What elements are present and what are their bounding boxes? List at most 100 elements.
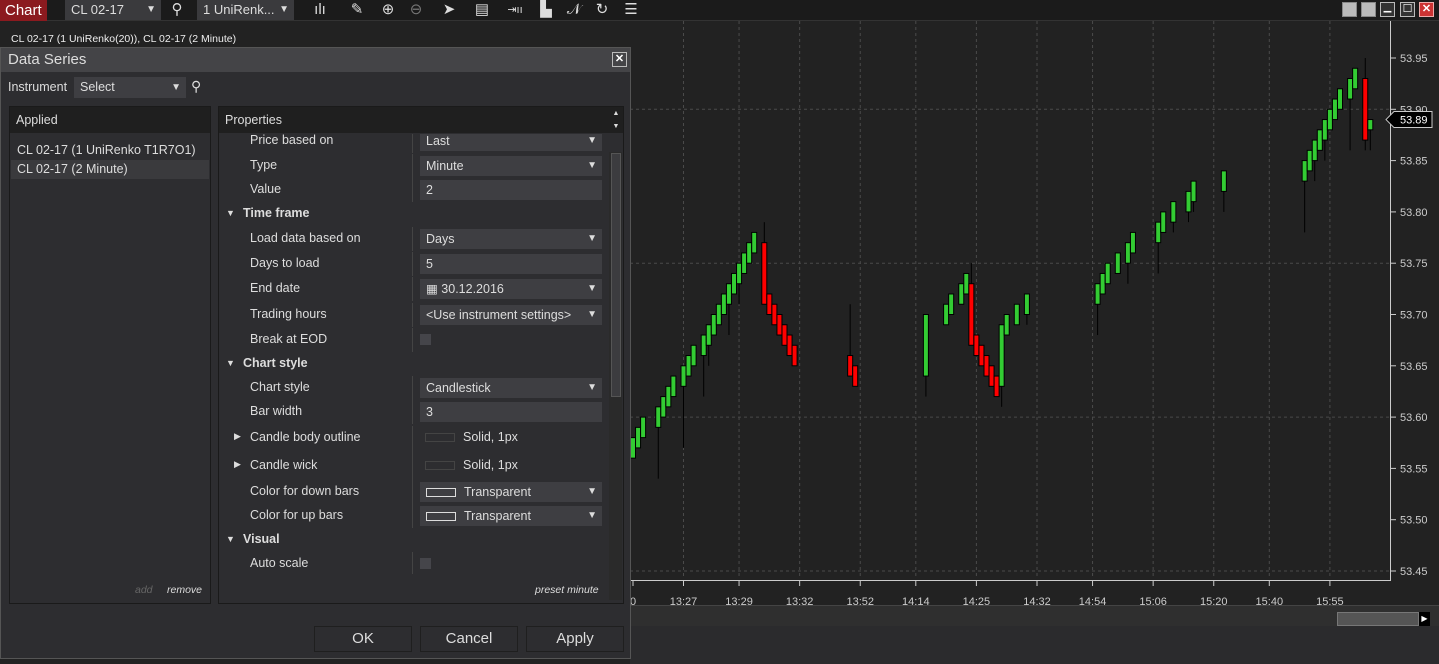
candle-up <box>963 272 970 295</box>
up-color-select[interactable]: Transparent ▼ <box>420 506 602 526</box>
candle-up <box>635 426 642 449</box>
preset-link[interactable]: preset minute <box>535 584 599 596</box>
price-based-on-select[interactable]: Last ▼ <box>420 134 602 151</box>
prop-value: Minute <box>426 159 464 173</box>
trading-hours-select[interactable]: <Use instrument settings> ▼ <box>420 305 602 325</box>
candle-body-outline-value[interactable]: Solid, 1px <box>425 430 518 444</box>
drawing-tools-icon[interactable]: 𝒩 <box>563 0 585 20</box>
prop-load-data-based-on: Load data based on Days ▼ <box>219 227 609 251</box>
zoom-in-icon[interactable]: ⊕ <box>377 0 399 20</box>
prop-candle-wick: ▶ Candle wick Solid, 1px <box>219 454 609 482</box>
ok-button[interactable]: OK <box>314 626 412 652</box>
candle-up <box>700 334 707 357</box>
remove-link[interactable]: remove <box>167 584 202 596</box>
cancel-button[interactable]: Cancel <box>420 626 518 652</box>
candle-down <box>776 314 783 336</box>
scroll-down-icon[interactable]: ▼ <box>609 120 623 133</box>
templates-icon[interactable]: ▙ <box>535 0 557 20</box>
chart-style-select[interactable]: Candlestick ▼ <box>420 378 602 398</box>
candle-down <box>761 242 768 305</box>
collapse-icon[interactable]: ▼ <box>226 534 235 544</box>
pencil-icon[interactable]: ✎ <box>346 0 368 20</box>
category-visual[interactable]: ▼ Visual <box>219 528 609 552</box>
maximize-icon[interactable]: ☐ <box>1400 2 1415 17</box>
prop-label: Color for down bars <box>250 484 360 498</box>
reload-icon[interactable]: ↻ <box>591 0 613 20</box>
chevron-down-icon: ▼ <box>587 309 597 320</box>
window-option-button[interactable] <box>1342 2 1357 17</box>
bar-width-input[interactable]: 3 <box>420 402 602 422</box>
candle-down <box>771 303 778 326</box>
close-icon[interactable]: ✕ <box>1419 2 1434 17</box>
dialog-title: Data Series <box>1 48 630 72</box>
value-input[interactable]: 2 <box>420 180 602 200</box>
category-chart-style[interactable]: ▼ Chart style <box>219 352 609 376</box>
candle-up <box>630 437 636 459</box>
candle-down <box>978 344 985 367</box>
applied-item[interactable]: CL 02-17 (1 UniRenko T1R7O1) <box>11 141 209 160</box>
window-option-button[interactable] <box>1361 2 1376 17</box>
time-tick-label: 13:52 <box>846 596 874 605</box>
chevron-down-icon: ▼ <box>146 4 156 15</box>
scroll-up-icon[interactable]: ▲ <box>609 107 623 120</box>
prop-value: Value 2 <box>219 178 609 202</box>
instrument-select-value: Select <box>80 80 115 94</box>
time-tick-label: 13:29 <box>725 596 753 605</box>
candle-up <box>720 293 727 316</box>
days-to-load-input[interactable]: 5 <box>420 254 602 274</box>
data-box-icon[interactable]: ▤ <box>471 0 493 20</box>
instrument-selector[interactable]: CL 02-17 ▼ <box>65 0 161 20</box>
pointer-icon[interactable]: ➤ <box>438 0 460 20</box>
down-color-select[interactable]: Transparent ▼ <box>420 482 602 502</box>
candle-up <box>660 396 667 418</box>
candle-up <box>655 406 662 428</box>
properties-list-icon[interactable]: ☰ <box>620 0 642 20</box>
expand-icon[interactable]: ▶ <box>234 431 241 442</box>
candle-up <box>1190 180 1197 203</box>
candle-up <box>725 283 732 305</box>
candle-up <box>1301 160 1308 182</box>
candle-up <box>685 355 692 377</box>
scroll-right-icon[interactable]: ▶ <box>1419 612 1430 626</box>
candle-up <box>680 365 687 387</box>
end-date-picker[interactable]: ▦ 30.12.2016 ▼ <box>420 279 602 299</box>
price-tick-label: 53.50 <box>1400 515 1428 527</box>
applied-item-selected[interactable]: CL 02-17 (2 Minute) <box>11 160 209 179</box>
zoom-out-icon[interactable]: ⊖ <box>405 0 427 20</box>
candle-up <box>1160 211 1167 233</box>
bar-type-icon[interactable]: ılı <box>309 0 331 20</box>
instrument-select[interactable]: Select ▼ <box>74 77 186 98</box>
prop-value: Transparent <box>464 485 531 499</box>
prop-label: Color for up bars <box>250 508 344 522</box>
candle-up <box>736 262 743 285</box>
close-icon[interactable]: ✕ <box>612 52 627 67</box>
category-label: Time frame <box>243 206 310 220</box>
price-tick-label: 53.80 <box>1400 207 1428 219</box>
bar-spacing-icon[interactable]: ⇥ıı <box>504 0 526 20</box>
apply-button[interactable]: Apply <box>526 626 624 652</box>
type-select[interactable]: Minute ▼ <box>420 156 602 176</box>
prop-label: Load data based on <box>250 231 361 245</box>
collapse-icon[interactable]: ▼ <box>226 358 235 368</box>
chart-menu-button[interactable]: Chart <box>0 0 47 21</box>
minimize-icon[interactable]: ▁ <box>1380 2 1395 17</box>
load-data-select[interactable]: Days ▼ <box>420 229 602 249</box>
candle-up <box>1170 201 1177 223</box>
toolbar: Chart CL 02-17 ▼ ⚲ 1 UniRenk... ▼ ılı ✎ ⊕ … <box>0 0 1439 21</box>
chart-scroll-track[interactable] <box>630 605 1439 626</box>
auto-scale-checkbox[interactable] <box>420 558 431 569</box>
properties-scrollbar-thumb[interactable] <box>611 153 621 397</box>
search-icon[interactable]: ⚲ <box>166 0 188 20</box>
add-link[interactable]: add <box>135 584 153 596</box>
prop-break-at-eod: Break at EOD <box>219 328 609 352</box>
candle-wick-value[interactable]: Solid, 1px <box>425 458 518 472</box>
collapse-icon[interactable]: ▼ <box>226 208 235 218</box>
chart-scrollbar-thumb[interactable] <box>1337 612 1419 626</box>
prop-label: Type <box>250 158 278 172</box>
expand-icon[interactable]: ▶ <box>234 459 241 470</box>
break-at-eod-checkbox[interactable] <box>420 334 431 345</box>
series-type-selector[interactable]: 1 UniRenk... ▼ <box>197 0 294 20</box>
category-time-frame[interactable]: ▼ Time frame <box>219 202 609 226</box>
search-icon[interactable]: ⚲ <box>191 78 201 95</box>
candle-down <box>852 365 859 387</box>
